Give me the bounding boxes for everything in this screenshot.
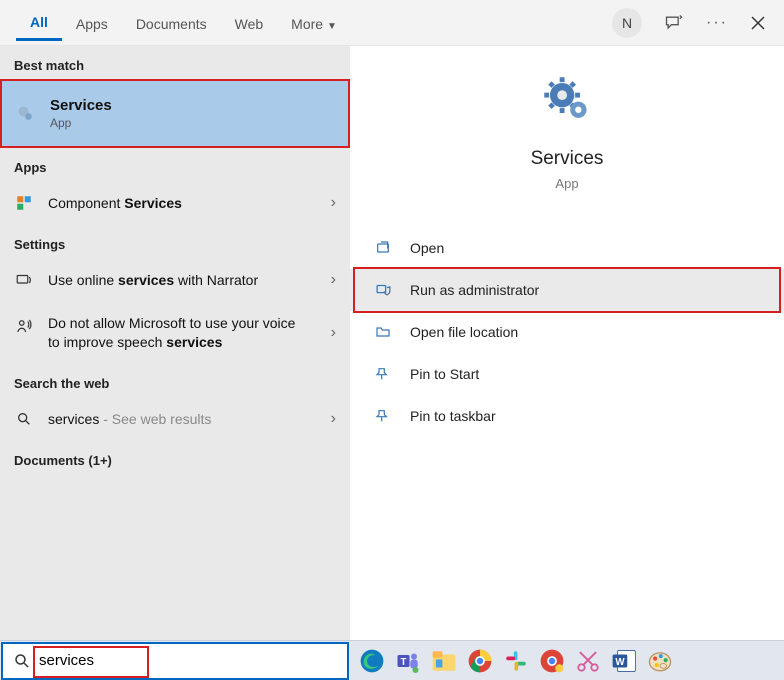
taskbar-search[interactable] — [1, 642, 349, 680]
voice-icon — [14, 316, 34, 336]
services-gear-icon — [541, 74, 593, 126]
result-title: Services — [50, 97, 112, 114]
chrome-icon[interactable] — [465, 646, 495, 676]
search-filter-tabs: All Apps Documents Web More ▼ N ··· — [0, 0, 784, 46]
action-pin-start[interactable]: Pin to Start — [350, 353, 784, 395]
feedback-icon[interactable] — [664, 13, 684, 33]
pin-icon — [374, 407, 392, 425]
result-component-services[interactable]: Component Services › — [0, 181, 350, 225]
tab-documents[interactable]: Documents — [122, 6, 221, 40]
action-run-admin[interactable]: Run as administrator — [350, 269, 784, 311]
section-apps: Apps — [0, 148, 350, 181]
result-title: Component Services — [48, 195, 182, 211]
action-label: Pin to Start — [410, 366, 479, 382]
paint-icon[interactable] — [645, 646, 675, 676]
chevron-right-icon: › — [331, 194, 336, 212]
tab-apps[interactable]: Apps — [62, 6, 122, 40]
preview-subtitle: App — [555, 176, 578, 191]
tab-more[interactable]: More ▼ — [277, 6, 351, 40]
preview-actions: Open Run as administrator Open file loca… — [350, 227, 784, 437]
action-label: Open — [410, 240, 444, 256]
chevron-right-icon: › — [331, 410, 336, 428]
section-best-match: Best match — [0, 46, 350, 79]
result-narrator-services[interactable]: Use online services with Narrator › — [0, 258, 350, 302]
svg-text:T: T — [401, 656, 407, 667]
result-title: services - See web results — [48, 411, 211, 427]
action-open-location[interactable]: Open file location — [350, 311, 784, 353]
section-web: Search the web — [0, 364, 350, 397]
word-icon[interactable]: W — [609, 646, 639, 676]
narrator-icon — [14, 270, 34, 290]
taskbar-apps: T W — [349, 646, 675, 676]
edge-icon[interactable] — [357, 646, 387, 676]
action-open[interactable]: Open — [350, 227, 784, 269]
shield-run-icon — [374, 281, 392, 299]
chrome-canary-icon[interactable] — [537, 646, 567, 676]
taskbar: T W — [0, 640, 784, 680]
snip-icon[interactable] — [573, 646, 603, 676]
gear-icon — [16, 104, 36, 124]
chevron-right-icon: › — [331, 324, 336, 342]
slack-icon[interactable] — [501, 646, 531, 676]
result-services-app[interactable]: Services App — [0, 79, 350, 148]
svg-text:W: W — [615, 657, 625, 668]
search-icon — [13, 652, 31, 670]
pin-icon — [374, 365, 392, 383]
action-pin-taskbar[interactable]: Pin to taskbar — [350, 395, 784, 437]
user-avatar[interactable]: N — [612, 8, 642, 38]
explorer-icon[interactable] — [429, 646, 459, 676]
action-label: Pin to taskbar — [410, 408, 496, 424]
teams-icon[interactable]: T — [393, 646, 423, 676]
result-title: Use online services with Narrator — [48, 272, 258, 288]
close-button[interactable] — [750, 15, 766, 31]
result-web-services[interactable]: services - See web results › — [0, 397, 350, 441]
result-speech-services[interactable]: Do not allow Microsoft to use your voice… — [0, 302, 350, 364]
action-label: Open file location — [410, 324, 518, 340]
action-label: Run as administrator — [410, 282, 539, 298]
open-icon — [374, 239, 392, 257]
tab-all[interactable]: All — [16, 4, 62, 41]
section-settings: Settings — [0, 225, 350, 258]
section-documents: Documents (1+) — [0, 441, 350, 474]
folder-icon — [374, 323, 392, 341]
more-options-icon[interactable]: ··· — [706, 14, 728, 32]
result-title: Do not allow Microsoft to use your voice… — [48, 314, 298, 352]
preview-title: Services — [531, 148, 604, 170]
search-input[interactable] — [39, 652, 347, 669]
search-icon — [14, 409, 34, 429]
component-icon — [14, 193, 34, 213]
preview-panel: Services App Open Run as administrator O… — [350, 46, 784, 640]
results-panel: Best match Services App Apps Component S… — [0, 46, 350, 640]
chevron-down-icon: ▼ — [327, 21, 337, 32]
result-subtitle: App — [50, 116, 112, 130]
tab-web[interactable]: Web — [221, 6, 278, 40]
chevron-right-icon: › — [331, 271, 336, 289]
